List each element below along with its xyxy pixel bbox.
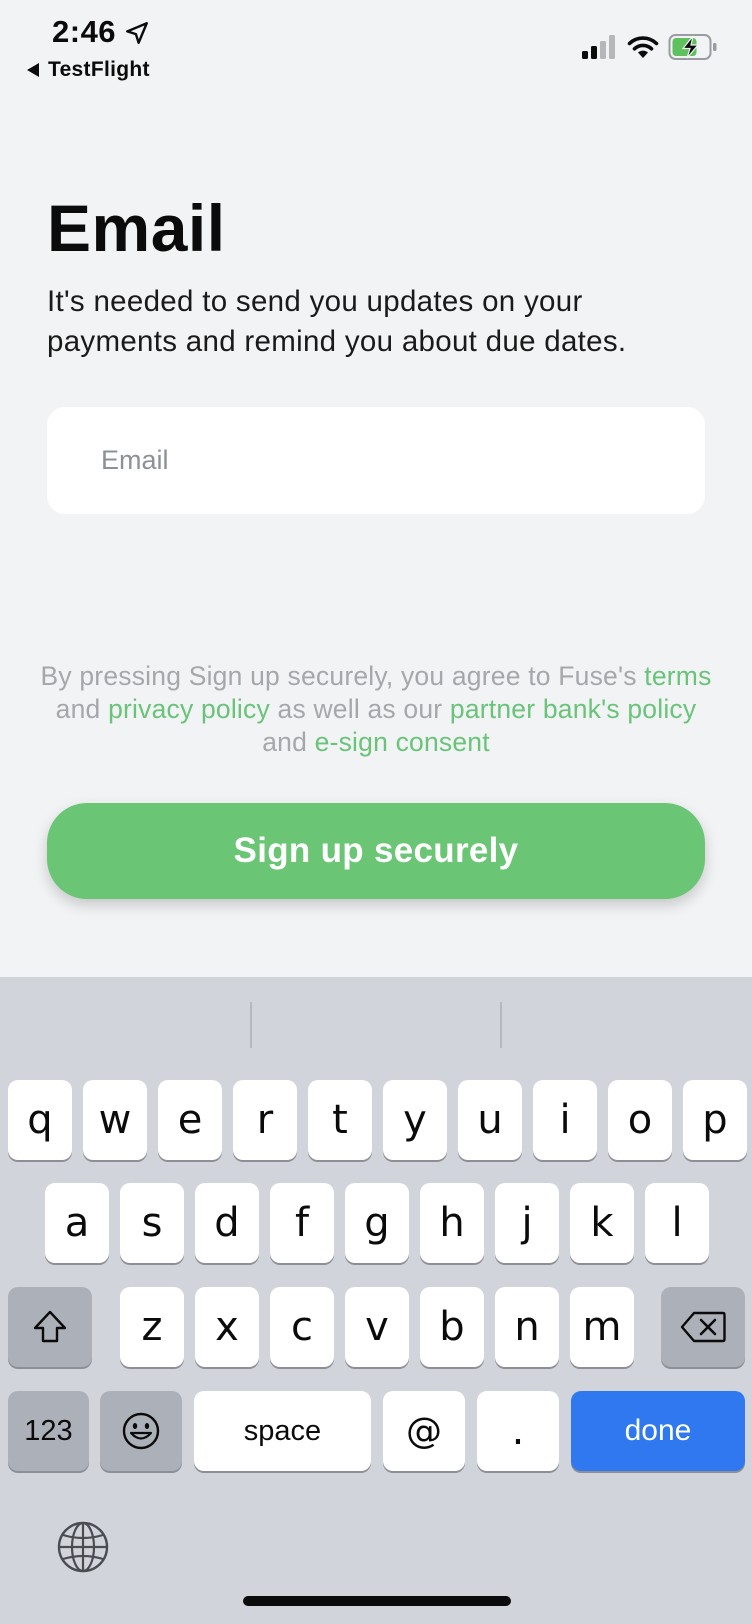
page-title: Email: [47, 191, 226, 265]
terms-link[interactable]: terms: [644, 661, 711, 691]
legal-prefix: By pressing Sign up securely, you agree …: [40, 661, 637, 691]
key-l[interactable]: l: [645, 1183, 709, 1263]
sign-up-securely-button[interactable]: Sign up securely: [47, 803, 705, 899]
done-key[interactable]: done: [571, 1391, 745, 1471]
location-arrow-icon: [126, 22, 148, 44]
key-j[interactable]: j: [495, 1183, 559, 1263]
at-key[interactable]: @: [383, 1391, 465, 1471]
legal-middle: as well as our: [277, 694, 443, 724]
key-s[interactable]: s: [120, 1183, 184, 1263]
backspace-icon: [680, 1311, 726, 1343]
key-z[interactable]: z: [120, 1287, 184, 1367]
keyboard: q w e r t y u i o p a s d f g h j k l z …: [0, 977, 752, 1624]
key-w[interactable]: w: [83, 1080, 147, 1160]
shift-key[interactable]: [8, 1287, 92, 1367]
email-field[interactable]: [47, 407, 705, 514]
globe-icon[interactable]: [56, 1520, 110, 1574]
key-u[interactable]: u: [458, 1080, 522, 1160]
key-h[interactable]: h: [420, 1183, 484, 1263]
cellular-signal-icon: [582, 35, 615, 59]
legal-and-2: and: [262, 727, 308, 757]
key-e[interactable]: e: [158, 1080, 222, 1160]
key-n[interactable]: n: [495, 1287, 559, 1367]
key-b[interactable]: b: [420, 1287, 484, 1367]
status-time: 2:46: [52, 14, 117, 49]
status-bar: 2:46 TestFlight: [0, 0, 752, 90]
key-i[interactable]: i: [533, 1080, 597, 1160]
key-q[interactable]: q: [8, 1080, 72, 1160]
key-a[interactable]: a: [45, 1183, 109, 1263]
space-key[interactable]: space: [194, 1391, 371, 1471]
numbers-key[interactable]: 123: [8, 1391, 89, 1471]
battery-charging-icon: [668, 34, 717, 60]
email-input[interactable]: [101, 407, 681, 514]
suggestion-divider: [500, 1002, 502, 1048]
back-to-app-button[interactable]: TestFlight: [26, 58, 150, 82]
key-k[interactable]: k: [570, 1183, 634, 1263]
privacy-policy-link[interactable]: privacy policy: [108, 694, 270, 724]
key-f[interactable]: f: [270, 1183, 334, 1263]
home-indicator[interactable]: [243, 1596, 511, 1606]
key-g[interactable]: g: [345, 1183, 409, 1263]
emoji-face-icon: [122, 1412, 160, 1450]
wifi-icon: [627, 36, 659, 58]
key-v[interactable]: v: [345, 1287, 409, 1367]
partner-bank-policy-link[interactable]: partner bank's policy: [450, 694, 696, 724]
key-y[interactable]: y: [383, 1080, 447, 1160]
key-m[interactable]: m: [570, 1287, 634, 1367]
dot-key[interactable]: .: [477, 1391, 559, 1471]
key-o[interactable]: o: [608, 1080, 672, 1160]
page-subtitle: It's needed to send you updates on your …: [47, 285, 627, 358]
back-app-label: TestFlight: [48, 58, 150, 81]
delete-key[interactable]: [661, 1287, 745, 1367]
key-d[interactable]: d: [195, 1183, 259, 1263]
e-sign-consent-link[interactable]: e-sign consent: [315, 727, 490, 757]
key-t[interactable]: t: [308, 1080, 372, 1160]
key-x[interactable]: x: [195, 1287, 259, 1367]
emoji-key[interactable]: [100, 1391, 182, 1471]
shift-arrow-icon: [33, 1310, 67, 1343]
back-caret-icon: [27, 63, 39, 77]
key-p[interactable]: p: [683, 1080, 747, 1160]
legal-consent-text: By pressing Sign up securely, you agree …: [40, 660, 712, 759]
key-r[interactable]: r: [233, 1080, 297, 1160]
suggestion-divider: [250, 1002, 252, 1048]
legal-and-1: and: [55, 694, 101, 724]
key-c[interactable]: c: [270, 1287, 334, 1367]
